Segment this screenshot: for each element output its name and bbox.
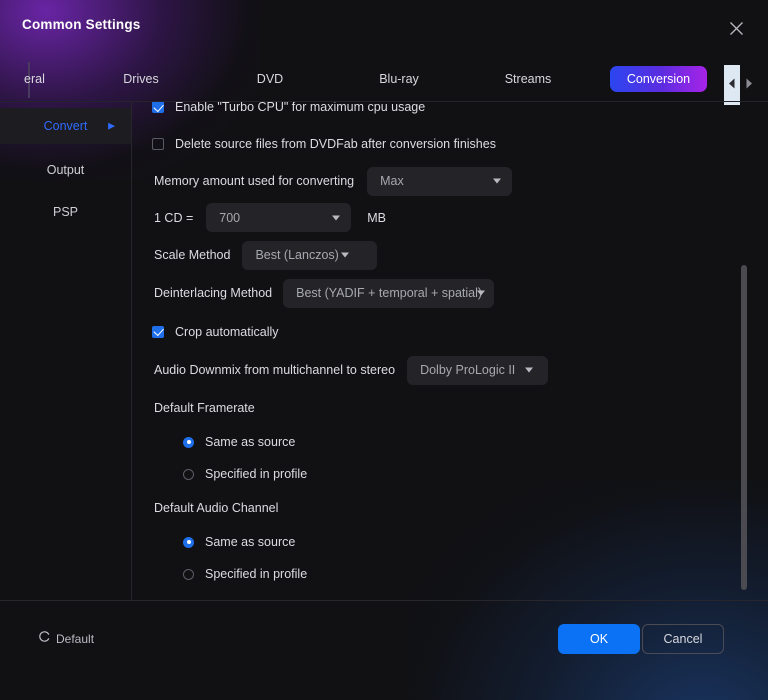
cd-size-value: 700 [219,210,241,225]
tab-dvd[interactable]: DVD [224,56,316,102]
deinterlacing-method-select[interactable]: Best (YADIF + temporal + spatial) [283,278,495,308]
delete-source-label[interactable]: Delete source files from DVDFab after co… [175,137,496,151]
default-audio-channel-radio-specified-in-profile[interactable] [183,568,194,580]
default-audio-channel-option-0: Same as source [133,526,768,558]
scale-method-label: Scale Method [154,248,231,262]
chevron-down-icon [341,252,350,258]
default-audio-channel-option-1-label[interactable]: Specified in profile [205,567,307,581]
cancel-button[interactable]: Cancel [642,624,724,654]
chevron-down-icon [477,290,486,296]
settings-content-pane: Enable "Turbo CPU" for maximum cpu usage… [133,102,768,600]
cd-size-row: 1 CD = 700 MB [133,199,768,236]
turbo-cpu-label[interactable]: Enable "Turbo CPU" for maximum cpu usage [175,102,425,114]
delete-source-row: Delete source files from DVDFab after co… [133,124,768,163]
sidebar-item-convert-label: Convert [43,119,88,133]
turbo-cpu-checkbox[interactable] [152,102,164,113]
audio-downmix-label: Audio Downmix from multichannel to stere… [154,363,396,377]
memory-amount-row: Memory amount used for converting Max [133,163,768,199]
tab-bluray-label: Blu-ray [379,72,419,86]
default-audio-channel-label: Default Audio Channel [154,501,279,515]
settings-sidebar: Convert ▶ Output PSP [0,102,132,600]
restore-default-button[interactable]: Default [38,630,94,648]
tab-general-label: eral [24,72,45,86]
deinterlacing-method-row: Deinterlacing Method Best (YADIF + tempo… [133,274,768,312]
close-icon[interactable] [720,12,752,44]
default-framerate-radio-specified-in-profile[interactable] [183,468,194,480]
cd-size-select[interactable]: 700 [206,203,352,232]
tab-drives-label: Drives [123,72,159,86]
default-audio-channel-group-label-row: Default Audio Channel [133,490,768,526]
content-scrollbar-thumb[interactable] [741,265,747,590]
default-framerate-group-label-row: Default Framerate [133,389,768,426]
crop-automatically-checkbox[interactable] [152,325,164,338]
chevron-down-icon [332,215,341,220]
default-audio-channel-option-0-label[interactable]: Same as source [205,535,295,549]
memory-amount-value: Max [380,174,404,188]
memory-amount-select[interactable]: Max [367,166,513,196]
default-framerate-option-0: Same as source [133,426,768,458]
cd-size-label: 1 CD = [154,210,194,225]
crop-automatically-row: Crop automatically [133,312,768,351]
cancel-button-label: Cancel [663,632,703,646]
common-settings-dialog: Common Settings eral Drives DVD Blu-ray … [0,0,768,700]
sidebar-item-psp-label: PSP [52,205,78,219]
sidebar-item-psp[interactable]: PSP [0,194,131,230]
audio-downmix-value: Dolby ProLogic II [420,363,516,377]
sidebar-item-output-label: Output [46,163,85,177]
tab-general[interactable]: eral [24,56,94,102]
tab-streams[interactable]: Streams [482,56,574,102]
chevron-right-icon: ▶ [108,120,115,131]
chevron-down-icon [525,367,534,373]
sidebar-item-output[interactable]: Output [0,152,131,188]
sidebar-item-convert[interactable]: Convert ▶ [0,108,131,144]
deinterlacing-method-value: Best (YADIF + temporal + spatial) [296,286,483,300]
tab-streams-label: Streams [504,72,552,86]
default-framerate-option-1-label[interactable]: Specified in profile [205,467,307,481]
default-audio-channel-option-1: Specified in profile [133,558,768,590]
settings-tab-bar: eral Drives DVD Blu-ray Streams Conversi… [0,56,768,102]
content-scrollbar[interactable] [741,110,747,590]
chevron-down-icon [493,178,502,184]
default-framerate-option-1: Specified in profile [133,458,768,490]
memory-amount-label: Memory amount used for converting [154,174,355,188]
tab-bluray[interactable]: Blu-ray [353,56,445,102]
ok-button-label: OK [589,632,609,646]
delete-source-checkbox[interactable] [152,137,164,150]
restore-default-label: Default [56,632,95,646]
default-framerate-label: Default Framerate [154,400,255,415]
tab-dvd-label: DVD [256,72,284,86]
tab-conversion[interactable]: Conversion [610,66,707,92]
tab-drives[interactable]: Drives [94,56,188,102]
cd-size-unit: MB [367,210,387,225]
crop-automatically-label[interactable]: Crop automatically [175,325,279,339]
default-audio-channel-radio-same-as-source[interactable] [183,536,194,548]
ok-button[interactable]: OK [558,624,640,654]
tab-conversion-label: Conversion [626,72,691,86]
scale-method-select[interactable]: Best (Lanczos) [242,240,378,270]
window-title: Common Settings [22,17,141,32]
default-framerate-option-0-label[interactable]: Same as source [205,435,295,449]
turbo-cpu-row: Enable "Turbo CPU" for maximum cpu usage [133,102,768,124]
deinterlacing-method-label: Deinterlacing Method [154,286,273,300]
scale-method-value: Best (Lanczos) [255,248,339,262]
default-framerate-radio-same-as-source[interactable] [183,436,194,448]
dialog-footer: Default OK Cancel [0,600,768,700]
audio-downmix-select[interactable]: Dolby ProLogic II [407,355,549,385]
scale-method-row: Scale Method Best (Lanczos) [133,236,768,274]
reset-circle-icon [38,630,51,648]
title-bar: Common Settings [0,0,768,56]
audio-downmix-row: Audio Downmix from multichannel to stere… [133,351,768,389]
